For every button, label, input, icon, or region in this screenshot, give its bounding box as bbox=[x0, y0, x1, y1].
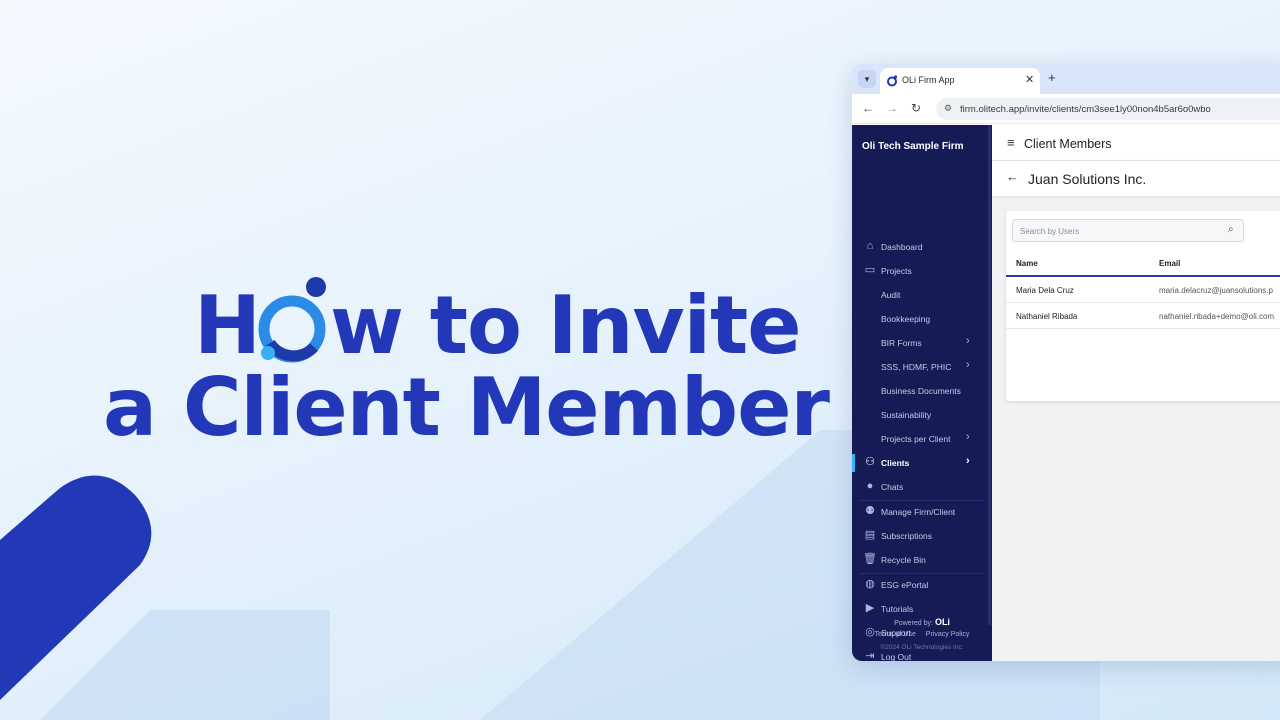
new-tab-icon[interactable]: + bbox=[1048, 70, 1056, 85]
forward-arrow-icon[interactable]: → bbox=[886, 101, 898, 115]
sidebar-item-label: Subscriptions bbox=[881, 531, 933, 541]
chat-icon: ● bbox=[866, 480, 874, 492]
sidebar-item-label: Support bbox=[881, 628, 911, 638]
member-email: maria.delacruz@juansolutions.p bbox=[1159, 286, 1273, 295]
oli-ring-logo-icon bbox=[258, 277, 330, 363]
sidebar-item-label: Chats bbox=[881, 482, 904, 492]
member-name: Maria Dela Cruz bbox=[1016, 286, 1074, 295]
client-header: ← Juan Solutions Inc. bbox=[992, 161, 1280, 196]
members-card: Search by Users ⌕ Name Email Maria Dela … bbox=[1006, 211, 1280, 401]
column-header-name[interactable]: Name bbox=[1016, 259, 1038, 268]
sidebar-item-log-out[interactable]: ⇥ Log Out bbox=[852, 646, 992, 661]
chevron-right-icon: › bbox=[966, 335, 970, 347]
sidebar-item-business-documents[interactable]: Business Documents bbox=[852, 380, 992, 402]
sidebar-item-label: Projects per Client bbox=[881, 434, 951, 444]
sidebar-scrollbar[interactable] bbox=[988, 125, 991, 625]
video-icon: ▶ bbox=[865, 602, 875, 614]
member-email: nathaniel.ribada+demo@oli.com bbox=[1159, 312, 1275, 321]
firm-name: Oli Tech Sample Firm bbox=[862, 141, 964, 152]
sidebar-item-label: Manage Firm/Client bbox=[881, 507, 956, 517]
browser-window: ▾ OLi Firm App ✕ + ← → ↻ ⚙ firm.olitech.… bbox=[852, 64, 1280, 661]
search-input[interactable]: Search by Users ⌕ bbox=[1012, 219, 1244, 242]
receipt-icon: ▤ bbox=[864, 529, 876, 541]
tab-bar: ▾ OLi Firm App ✕ + bbox=[852, 64, 1280, 94]
sidebar-item-label: SSS, HDMF, PHIC bbox=[881, 362, 952, 372]
hero-title-suffix: w to Invite bbox=[329, 279, 802, 372]
oli-favicon-icon bbox=[887, 75, 898, 87]
search-icon[interactable]: ⌕ bbox=[1228, 224, 1234, 235]
main-header: ≡ Client Members bbox=[992, 125, 1280, 161]
sidebar: Oli Tech Sample Firm ⌂ Dashboard ▭ Proje… bbox=[852, 125, 992, 661]
sidebar-item-label: Bookkeeping bbox=[881, 314, 931, 324]
hero-title-line1: H w to Invite bbox=[194, 277, 802, 366]
chevron-right-icon: › bbox=[966, 455, 970, 467]
sidebar-item-projects[interactable]: ▭ Projects bbox=[852, 260, 992, 282]
site-settings-icon[interactable]: ⚙ bbox=[944, 103, 952, 114]
sidebar-item-chats[interactable]: ● Chats bbox=[852, 476, 992, 498]
tab-list-dropdown-icon[interactable]: ▾ bbox=[858, 70, 876, 88]
sidebar-item-label: Dashboard bbox=[881, 242, 923, 252]
back-arrow-icon[interactable]: ← bbox=[862, 101, 874, 115]
sidebar-item-subscriptions[interactable]: ▤ Subscriptions bbox=[852, 525, 992, 547]
sidebar-item-label: Log Out bbox=[881, 652, 912, 661]
chevron-right-icon: › bbox=[966, 359, 970, 371]
sidebar-item-clients[interactable]: ⚇ Clients › bbox=[852, 452, 992, 474]
member-name: Nathaniel Ribada bbox=[1016, 312, 1078, 321]
sidebar-item-label: Clients bbox=[881, 458, 910, 468]
sidebar-item-support[interactable]: ◎ Support bbox=[852, 622, 992, 644]
trash-icon: 🗑 bbox=[863, 553, 877, 565]
sidebar-item-label: ESG ePortal bbox=[881, 580, 929, 590]
sidebar-item-label: Audit bbox=[881, 290, 901, 300]
sidebar-item-label: Sustainability bbox=[881, 410, 932, 420]
address-bar: ← → ↻ ⚙ firm.olitech.app/invite/clients/… bbox=[852, 94, 1280, 124]
users-icon: ⚇ bbox=[865, 456, 875, 468]
briefcase-icon: ▭ bbox=[864, 264, 876, 276]
main-content: ≡ Client Members ← Juan Solutions Inc. S… bbox=[992, 125, 1280, 661]
sidebar-item-audit[interactable]: Audit bbox=[852, 284, 992, 306]
page-title: Client Members bbox=[1024, 137, 1112, 151]
reload-icon[interactable]: ↻ bbox=[911, 101, 921, 115]
sidebar-item-label: Projects bbox=[881, 266, 912, 276]
logout-icon: ⇥ bbox=[865, 650, 875, 661]
table-row[interactable]: Maria Dela Cruz maria.delacruz@juansolut… bbox=[1006, 277, 1280, 303]
url-text: firm.olitech.app/invite/clients/cm3see1l… bbox=[960, 104, 1211, 115]
sidebar-item-sustainability[interactable]: Sustainability bbox=[852, 404, 992, 426]
table-row[interactable]: Nathaniel Ribada nathaniel.ribada+demo@o… bbox=[1006, 303, 1280, 329]
sidebar-item-dashboard[interactable]: ⌂ Dashboard bbox=[852, 236, 992, 258]
sidebar-item-bir-forms[interactable]: BIR Forms › bbox=[852, 332, 992, 354]
globe-icon: ◍ bbox=[865, 578, 875, 590]
sidebar-item-tutorials[interactable]: ▶ Tutorials bbox=[852, 598, 992, 620]
client-name: Juan Solutions Inc. bbox=[1028, 171, 1147, 187]
tab-title: OLi Firm App bbox=[902, 75, 955, 85]
sidebar-item-sss-hdmf-phic[interactable]: SSS, HDMF, PHIC › bbox=[852, 356, 992, 378]
column-header-email[interactable]: Email bbox=[1159, 259, 1180, 268]
hero-title-prefix: H bbox=[194, 279, 261, 372]
chevron-right-icon: › bbox=[966, 431, 970, 443]
active-indicator bbox=[852, 454, 855, 472]
sidebar-item-label: Tutorials bbox=[881, 604, 914, 614]
sidebar-item-label: Business Documents bbox=[881, 386, 961, 396]
lifebuoy-icon: ◎ bbox=[865, 626, 875, 638]
back-arrow-icon[interactable]: ← bbox=[1006, 169, 1019, 184]
home-icon: ⌂ bbox=[866, 240, 874, 252]
browser-tab[interactable]: OLi Firm App ✕ bbox=[880, 68, 1040, 94]
url-field[interactable]: ⚙ firm.olitech.app/invite/clients/cm3see… bbox=[936, 98, 1280, 120]
sidebar-item-projects-per-client[interactable]: Projects per Client › bbox=[852, 428, 992, 450]
hero-title-line2: a Client Member bbox=[103, 361, 830, 454]
sidebar-item-manage-firm-client[interactable]: ⚉ Manage Firm/Client bbox=[852, 501, 992, 523]
sidebar-item-esg-eportal[interactable]: ◍ ESG ePortal bbox=[852, 574, 992, 596]
search-placeholder: Search by Users bbox=[1020, 227, 1080, 236]
menu-icon[interactable]: ≡ bbox=[1007, 135, 1015, 150]
user-settings-icon: ⚉ bbox=[865, 505, 875, 517]
sidebar-item-recycle-bin[interactable]: 🗑 Recycle Bin bbox=[852, 549, 992, 571]
sidebar-item-bookkeeping[interactable]: Bookkeeping bbox=[852, 308, 992, 330]
sidebar-item-label: BIR Forms bbox=[881, 338, 922, 348]
tab-close-icon[interactable]: ✕ bbox=[1025, 73, 1034, 86]
sidebar-item-label: Recycle Bin bbox=[881, 555, 926, 565]
